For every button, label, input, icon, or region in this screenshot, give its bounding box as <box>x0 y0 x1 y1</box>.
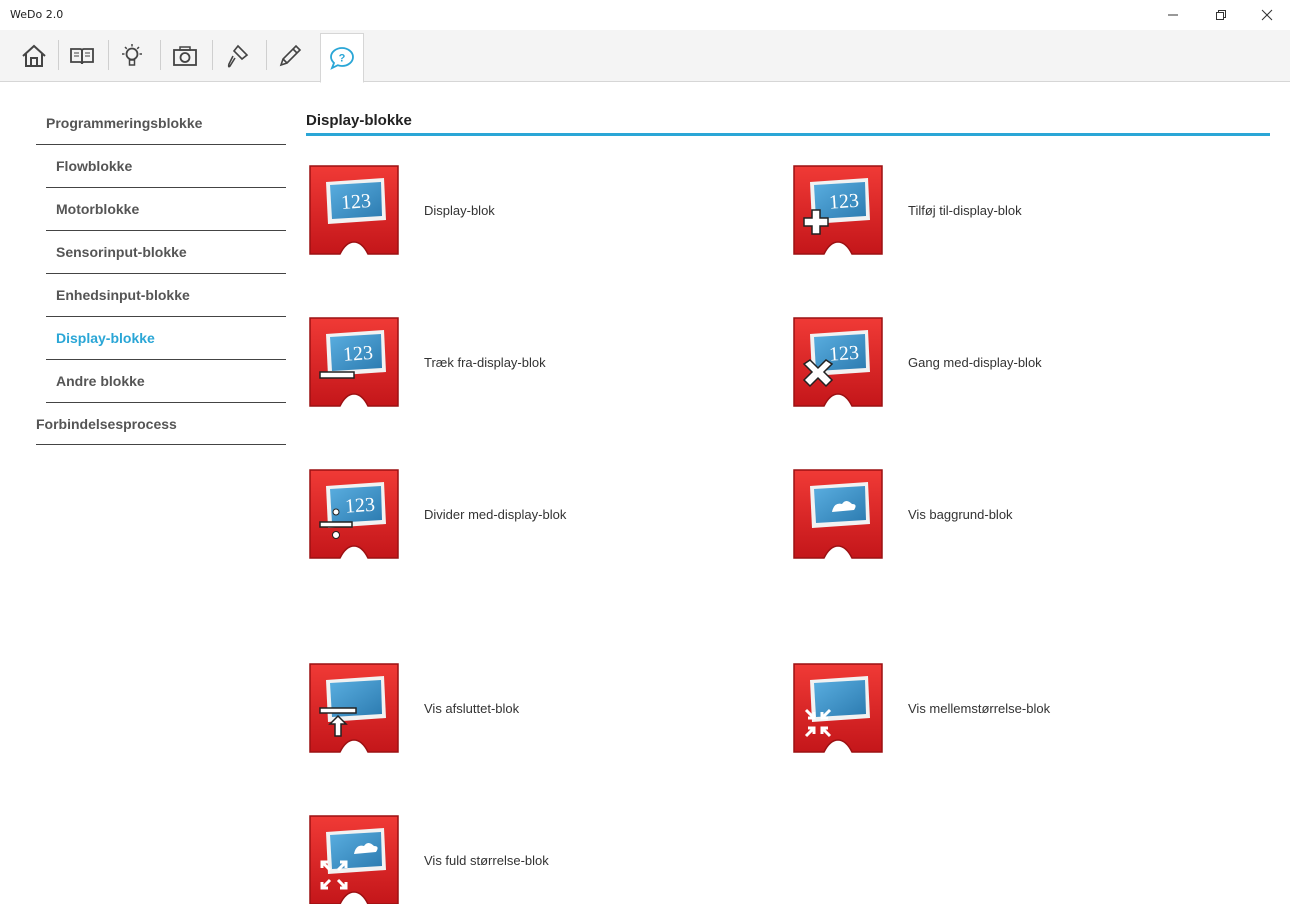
block-label: Vis mellemstørrelse-blok <box>908 700 1051 716</box>
svg-text:123: 123 <box>340 190 371 214</box>
svg-text:?: ? <box>339 53 346 65</box>
minimize-button[interactable] <box>1156 4 1190 26</box>
toolbar: ? <box>0 30 1290 83</box>
restore-icon <box>1216 10 1226 20</box>
lightbulb-icon <box>122 44 142 66</box>
help-button[interactable]: ? <box>320 33 364 83</box>
app-title: WeDo 2.0 <box>10 8 64 21</box>
block-label: Display-blok <box>424 202 495 218</box>
sidebar-item-flowblokke[interactable]: Flowblokke <box>46 145 286 188</box>
svg-text:123: 123 <box>344 494 375 518</box>
block-divide-display[interactable]: 123 Divider med-display-blok <box>306 466 566 562</box>
block-label: Vis baggrund-blok <box>908 506 1013 522</box>
home-icon <box>22 44 46 67</box>
svg-text:123: 123 <box>342 342 373 366</box>
block-show-close[interactable]: Vis afsluttet-blok <box>306 660 519 756</box>
block-show-full-size[interactable]: Vis fuld størrelse-blok <box>306 812 549 904</box>
camera-icon <box>173 46 197 66</box>
sidebar-item-andre-blokke[interactable]: Andre blokke <box>46 360 286 403</box>
display-background-icon <box>793 469 883 559</box>
block-label: Vis fuld størrelse-blok <box>424 852 549 868</box>
display-medium-size-icon <box>793 663 883 753</box>
display-123-icon: 123 <box>309 165 399 255</box>
sidebar-item-enhedsinput-blokke[interactable]: Enhedsinput-blokke <box>46 274 286 317</box>
microphone-icon <box>227 44 249 68</box>
microphone-button[interactable] <box>218 34 258 78</box>
block-label: Vis afsluttet-blok <box>424 700 520 716</box>
block-add-display[interactable]: 123 Tilføj til-display-blok <box>790 162 1022 258</box>
block-label: Træk fra-display-blok <box>424 354 546 370</box>
sidebar-item-forbindelsesprocess[interactable]: Forbindelsesprocess <box>36 403 286 445</box>
block-label: Tilføj til-display-blok <box>908 202 1022 218</box>
close-button[interactable] <box>1250 4 1284 26</box>
page-title: Display-blokke <box>306 102 1270 136</box>
block-multiply-display[interactable]: 123 Gang med-display-blok <box>790 314 1042 410</box>
book-button[interactable] <box>62 34 102 78</box>
sidebar-item-motorblokke[interactable]: Motorblokke <box>46 188 286 231</box>
home-button[interactable] <box>14 34 54 78</box>
sidebar: Programmeringsblokke Flowblokke Motorblo… <box>36 102 286 445</box>
svg-text:123: 123 <box>828 190 859 214</box>
sidebar-item-display-blokke[interactable]: Display-blokke <box>46 317 286 360</box>
restore-button[interactable] <box>1204 4 1238 26</box>
display-add-icon: 123 <box>793 165 883 255</box>
display-multiply-icon: 123 <box>793 317 883 407</box>
minimize-icon <box>1168 14 1178 16</box>
sidebar-item-sensorinput-blokke[interactable]: Sensorinput-blokke <box>46 231 286 274</box>
pencil-button[interactable] <box>270 34 310 78</box>
sidebar-item-programmeringsblokke[interactable]: Programmeringsblokke <box>36 102 286 145</box>
block-display[interactable]: 123 Display-blok <box>306 162 495 258</box>
svg-text:123: 123 <box>828 342 859 366</box>
lightbulb-button[interactable] <box>112 34 152 78</box>
display-divide-icon: 123 <box>309 469 399 559</box>
book-icon <box>70 48 94 65</box>
display-subtract-icon: 123 <box>309 317 399 407</box>
help-icon: ? <box>330 47 354 70</box>
pencil-icon <box>279 44 302 67</box>
close-icon <box>1261 9 1273 21</box>
block-show-background[interactable]: Vis baggrund-blok <box>790 466 1013 562</box>
display-close-icon <box>309 663 399 753</box>
block-label: Gang med-display-blok <box>908 354 1042 370</box>
display-full-size-icon <box>309 815 399 904</box>
block-label: Divider med-display-blok <box>424 506 567 522</box>
block-show-medium-size[interactable]: Vis mellemstørrelse-blok <box>790 660 1050 756</box>
block-subtract-display[interactable]: 123 Træk fra-display-blok <box>306 314 546 410</box>
main-content: Display-blokke <box>306 102 1270 136</box>
title-bar: WeDo 2.0 <box>0 0 1290 30</box>
camera-button[interactable] <box>165 34 205 78</box>
